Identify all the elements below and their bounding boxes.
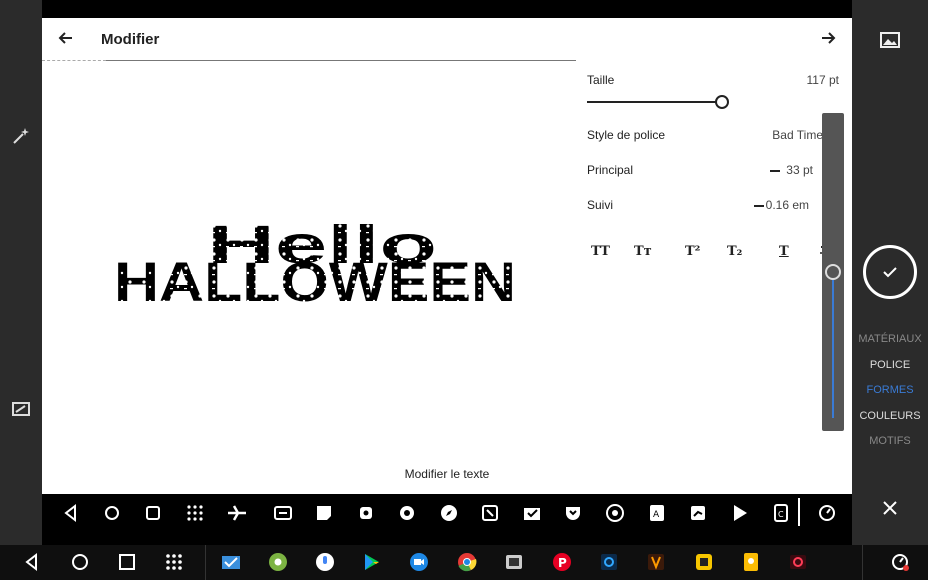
image-edit-icon[interactable] <box>11 399 31 419</box>
screen-app-icon[interactable] <box>504 552 524 572</box>
subscript-button[interactable]: T₂ <box>727 244 742 259</box>
system-recents-icon[interactable] <box>117 552 137 572</box>
underline-button[interactable]: T <box>779 244 789 259</box>
magic-wand-icon[interactable] <box>11 126 31 146</box>
airplane-icon[interactable] <box>226 502 248 524</box>
system-taskbar: P <box>0 545 928 580</box>
system-back-icon[interactable] <box>22 552 42 572</box>
text-artwork[interactable]: Hello Halloween <box>112 208 522 308</box>
leading-value: 33 pt <box>786 163 813 177</box>
leading-row: Principal 33 pt + <box>587 160 843 180</box>
mail-app-icon[interactable] <box>221 552 241 572</box>
small-caps-button[interactable]: Tт <box>634 244 652 259</box>
performance-gauge-icon[interactable] <box>890 552 910 572</box>
photoshop-app-icon[interactable] <box>599 552 619 572</box>
translate-icon[interactable]: A <box>646 502 668 524</box>
target-icon[interactable] <box>604 502 626 524</box>
tracking-row: Suivi 0.16 em + <box>587 195 843 215</box>
close-icon[interactable] <box>880 498 900 518</box>
font-style-label: Style de police <box>587 128 666 142</box>
vertical-slider[interactable] <box>822 113 844 431</box>
record-dot-icon[interactable] <box>355 502 377 524</box>
duo-video-app-icon[interactable] <box>409 552 429 572</box>
play-store-icon[interactable] <box>729 502 751 524</box>
vertical-slider-track <box>832 273 834 418</box>
size-row: Taille 117 pt <box>587 70 843 90</box>
note-icon[interactable] <box>313 502 335 524</box>
system-home-icon[interactable] <box>70 552 90 572</box>
edit-text-button[interactable]: Modifier le texte <box>42 467 852 481</box>
artwork-line-2: Halloween <box>114 250 516 308</box>
pinterest-app-icon[interactable]: P <box>552 552 572 572</box>
yellow-app-icon[interactable] <box>694 552 714 572</box>
leading-label: Principal <box>587 163 634 177</box>
tracking-label: Suivi <box>587 198 614 212</box>
svg-text:A: A <box>653 510 660 520</box>
microphone-app-icon[interactable] <box>315 552 335 572</box>
image-icon[interactable] <box>880 30 900 50</box>
svg-text:P: P <box>558 556 567 570</box>
tracking-decrease-button[interactable] <box>754 205 764 207</box>
size-value: 117 pt <box>806 73 839 87</box>
vectornator-app-icon[interactable] <box>646 552 666 572</box>
forward-arrow-icon[interactable] <box>818 28 838 48</box>
category-patterns[interactable]: MOTIFS <box>852 435 928 447</box>
chrome-app-icon[interactable] <box>457 552 477 572</box>
confirm-button[interactable] <box>863 245 917 299</box>
play-store-app-icon[interactable] <box>362 552 382 572</box>
editor-panel: Modifier Hello Halloween Modifier le tex… <box>42 18 852 494</box>
edit-box-icon[interactable] <box>479 502 501 524</box>
compass-icon[interactable] <box>438 502 460 524</box>
back-arrow-icon[interactable] <box>56 28 76 48</box>
leading-decrease-button[interactable] <box>770 170 780 172</box>
settings-app-icon[interactable] <box>268 552 288 572</box>
cast-icon[interactable] <box>272 502 294 524</box>
taskbar-divider <box>205 545 206 580</box>
header-dash <box>42 60 106 61</box>
app-nav-bar: A C <box>42 494 852 545</box>
size-label: Taille <box>587 73 615 87</box>
category-colors[interactable]: COULEURS <box>852 410 928 422</box>
mail-check-icon[interactable] <box>521 502 543 524</box>
page-title: Modifier <box>101 31 160 48</box>
taskbar-divider-right <box>862 545 863 580</box>
back-triangle-icon[interactable] <box>60 502 82 524</box>
category-shapes[interactable]: FORMES <box>852 384 928 396</box>
settings-gear-icon[interactable] <box>396 502 418 524</box>
home-circle-icon[interactable] <box>101 502 123 524</box>
vertical-slider-knob[interactable] <box>825 264 841 280</box>
text-style-buttons: TT Tт T² T₂ T <box>587 242 843 266</box>
font-style-row[interactable]: Style de police Bad Times <box>587 125 843 145</box>
all-caps-button[interactable]: TT <box>591 244 610 259</box>
size-slider-track[interactable] <box>587 101 727 103</box>
nav-divider <box>798 498 800 526</box>
font-style-value: Bad Times <box>772 128 829 142</box>
clipboard-icon[interactable]: C <box>770 502 792 524</box>
app-grid-icon[interactable] <box>184 502 206 524</box>
pocket-icon[interactable] <box>562 502 584 524</box>
tracking-value: 0.16 em <box>765 198 809 212</box>
speedometer-icon[interactable] <box>816 502 838 524</box>
category-materials[interactable]: MATÉRIAUX <box>852 333 928 345</box>
category-font[interactable]: POLICE <box>852 359 928 371</box>
header-divider <box>106 60 576 61</box>
size-slider-knob[interactable] <box>715 95 729 109</box>
status-bar <box>0 0 928 18</box>
superscript-button[interactable]: T² <box>685 244 700 259</box>
system-apps-icon[interactable] <box>164 552 184 572</box>
recents-square-icon[interactable] <box>142 502 164 524</box>
keep-app-icon[interactable] <box>741 552 761 572</box>
camera-app-icon[interactable] <box>788 552 808 572</box>
chart-icon[interactable] <box>687 502 709 524</box>
svg-text:C: C <box>778 510 784 519</box>
left-toolbar <box>0 0 42 545</box>
